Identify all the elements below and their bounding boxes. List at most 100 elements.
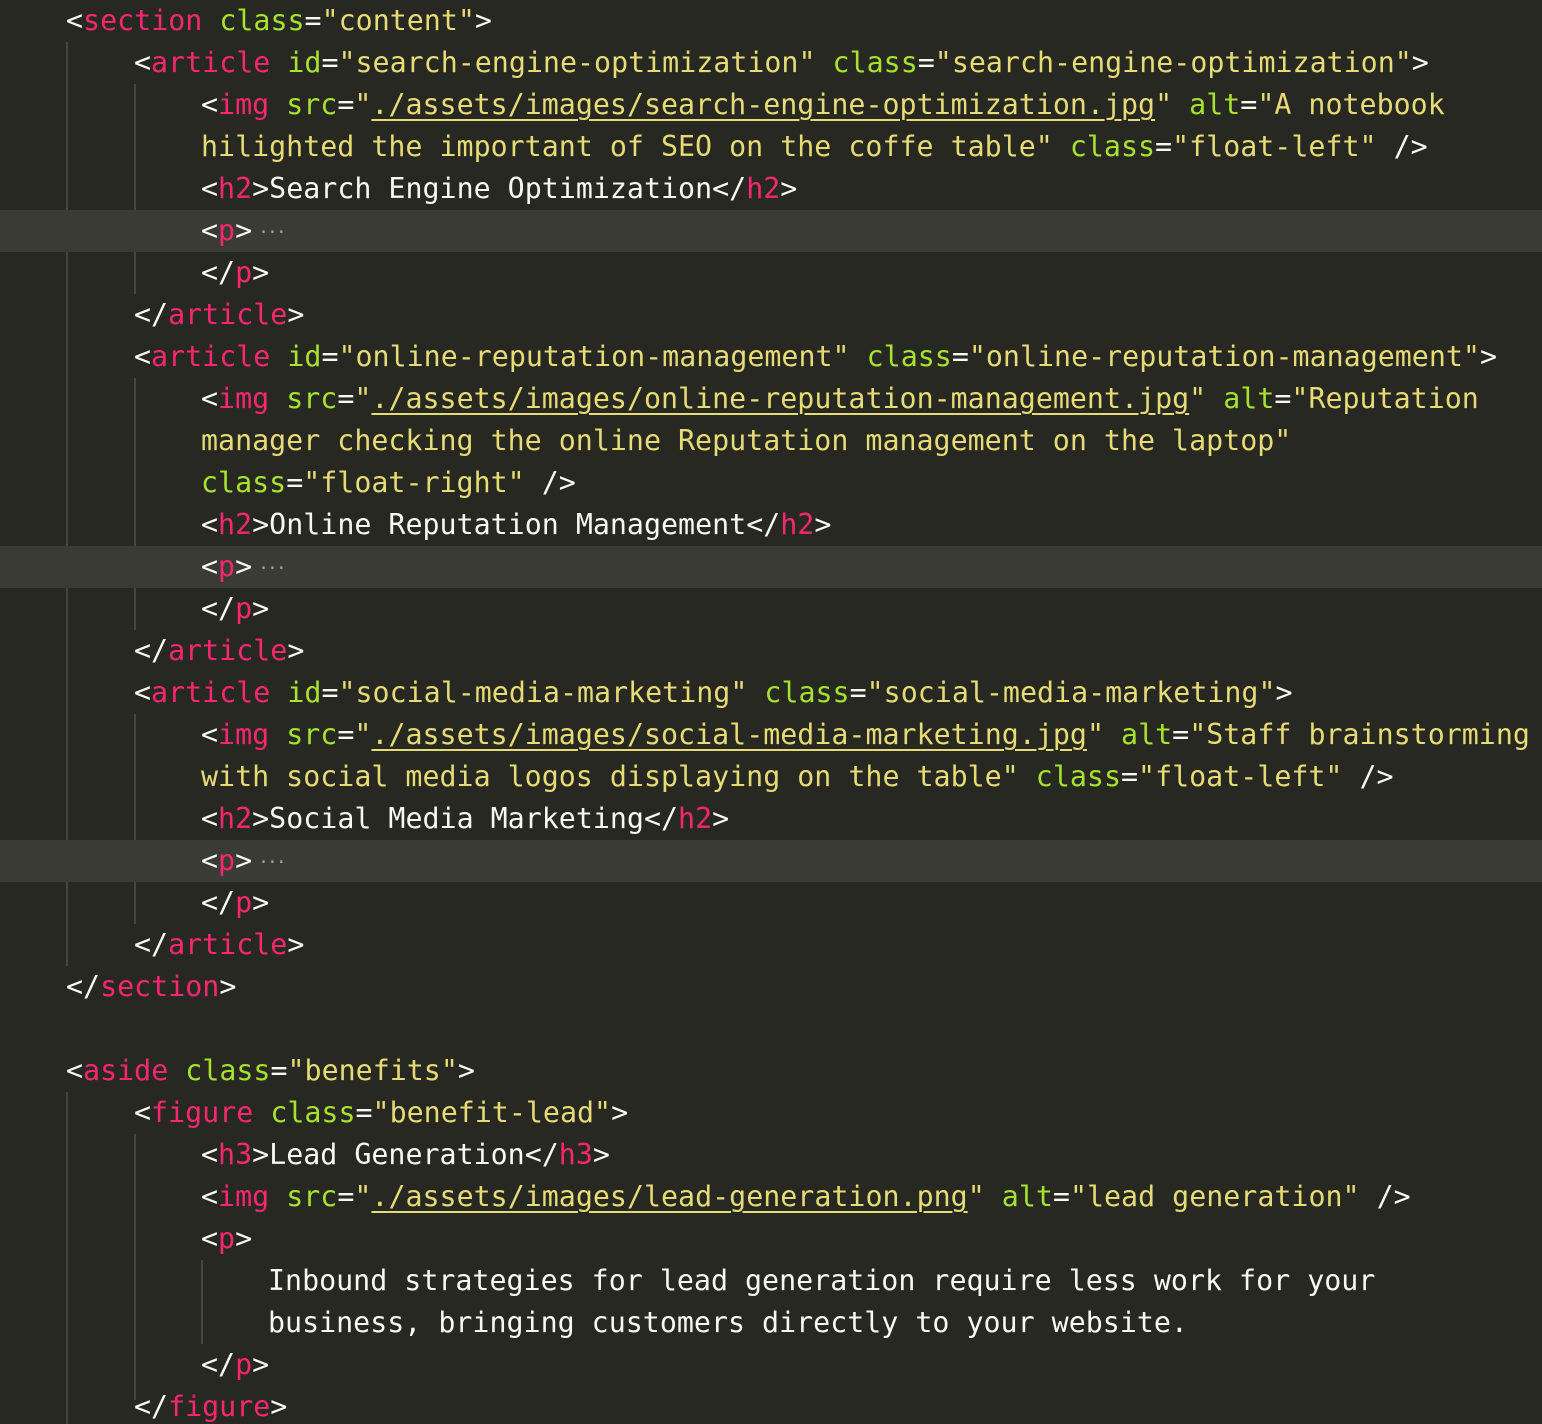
attr-name: src — [286, 1180, 338, 1213]
code-line[interactable]: </p> — [0, 252, 1542, 294]
code-line[interactable]: <img src="./assets/images/online-reputat… — [0, 378, 1542, 420]
paragraph-text: business, bringing customers directly to… — [268, 1306, 1188, 1339]
attr-value: "online-reputation-management" — [338, 340, 850, 373]
fold-ellipsis-icon[interactable]: ··· — [258, 222, 286, 243]
code-line[interactable]: <img src="./assets/images/search-engine-… — [0, 84, 1542, 126]
code-line[interactable]: </article> — [0, 294, 1542, 336]
heading-text: Lead Generation — [269, 1138, 525, 1171]
tag-name: p — [235, 886, 253, 919]
attr-name: alt — [1223, 382, 1275, 415]
attr-value: "social-media-marketing" — [866, 676, 1276, 709]
code-line[interactable]: <article id="social-media-marketing" cla… — [0, 672, 1542, 714]
attr-name: id — [287, 46, 322, 79]
code-line[interactable]: <img src="./assets/images/social-media-m… — [0, 714, 1542, 756]
code-line[interactable]: class="float-right" /> — [0, 462, 1542, 504]
attr-value: "Staff brainstorming — [1189, 718, 1530, 751]
attr-name: alt — [1121, 718, 1173, 751]
tag-name: p — [218, 1222, 236, 1255]
code-line[interactable]: <figure class="benefit-lead"> — [0, 1092, 1542, 1134]
tag-name: aside — [83, 1054, 169, 1087]
attr-name: class — [764, 676, 850, 709]
blank-line[interactable] — [0, 1008, 1542, 1050]
attr-name: id — [287, 340, 322, 373]
code-line[interactable]: <h2>Online Reputation Management</h2> — [0, 504, 1542, 546]
code-line[interactable]: <aside class="benefits"> — [0, 1050, 1542, 1092]
tag-name: section — [100, 970, 220, 1003]
code-line[interactable]: Inbound strategies for lead generation r… — [0, 1260, 1542, 1302]
attr-name: class — [185, 1054, 271, 1087]
file-link[interactable]: ./assets/images/search-engine-optimizati… — [371, 88, 1155, 121]
tag-name: h3 — [558, 1138, 593, 1171]
attr-name: class — [270, 1096, 356, 1129]
tag-name: p — [235, 256, 253, 289]
attr-name: class — [866, 340, 952, 373]
code-line[interactable]: </p> — [0, 882, 1542, 924]
attr-value: manager checking the online Reputation m… — [201, 424, 1292, 457]
code-line[interactable]: manager checking the online Reputation m… — [0, 420, 1542, 462]
tag-name: img — [218, 718, 270, 751]
code-line[interactable]: <h2>Search Engine Optimization</h2> — [0, 168, 1542, 210]
tag-name: img — [218, 88, 270, 121]
attr-name: src — [286, 718, 338, 751]
fold-ellipsis-icon[interactable]: ··· — [258, 852, 286, 873]
tag-name: p — [235, 592, 253, 625]
attr-value: "online-reputation-management" — [968, 340, 1480, 373]
file-link[interactable]: ./assets/images/social-media-marketing.j… — [371, 718, 1087, 751]
attr-value: "social-media-marketing" — [338, 676, 748, 709]
code-line[interactable]: hilighted the important of SEO on the co… — [0, 126, 1542, 168]
tag-name: figure — [168, 1390, 271, 1423]
folded-line[interactable]: <p> ··· — [0, 210, 1542, 252]
code-line[interactable]: <h2>Social Media Marketing</h2> — [0, 798, 1542, 840]
tag-name: article — [168, 634, 288, 667]
code-line[interactable]: </article> — [0, 630, 1542, 672]
code-line[interactable]: </p> — [0, 588, 1542, 630]
file-link[interactable]: ./assets/images/lead-generation.png — [371, 1180, 967, 1213]
code-line[interactable]: </article> — [0, 924, 1542, 966]
attr-name: id — [287, 676, 322, 709]
tag-name: img — [218, 382, 270, 415]
attr-name: alt — [1189, 88, 1241, 121]
code-line[interactable]: <article id="search-engine-optimization"… — [0, 42, 1542, 84]
tag-name: h2 — [746, 172, 781, 205]
code-line[interactable]: <section class="content"> — [0, 0, 1542, 42]
attr-name: class — [832, 46, 918, 79]
folded-line[interactable]: <p> ··· — [0, 546, 1542, 588]
tag-name: h2 — [678, 802, 713, 835]
fold-ellipsis-icon[interactable]: ··· — [258, 558, 286, 579]
heading-text: Online Reputation Management — [269, 508, 747, 541]
tag-name: h2 — [218, 802, 253, 835]
attr-value: "content" — [321, 4, 475, 37]
attr-value: "benefits" — [287, 1054, 458, 1087]
tag-name: h2 — [780, 508, 815, 541]
tag-name: article — [151, 46, 271, 79]
code-line[interactable]: <article id="online-reputation-managemen… — [0, 336, 1542, 378]
code-line[interactable]: <h3>Lead Generation</h3> — [0, 1134, 1542, 1176]
code-line[interactable]: </section> — [0, 966, 1542, 1008]
attr-value: with social media logos displaying on th… — [201, 760, 1019, 793]
tag-name: h2 — [218, 508, 253, 541]
tag-name: article — [168, 928, 288, 961]
attr-value: "float-left" — [1172, 130, 1377, 163]
attr-value: hilighted the important of SEO on the co… — [201, 130, 1053, 163]
code-line[interactable]: </p> — [0, 1344, 1542, 1386]
code-line[interactable]: business, bringing customers directly to… — [0, 1302, 1542, 1344]
tag-name: p — [218, 550, 236, 583]
attr-value: "benefit-lead" — [372, 1096, 612, 1129]
code-line[interactable]: <p> — [0, 1218, 1542, 1260]
code-line[interactable]: <img src="./assets/images/lead-generatio… — [0, 1176, 1542, 1218]
attr-value: "Reputation — [1291, 382, 1479, 415]
tag-name: h3 — [218, 1138, 253, 1171]
attr-value: "float-left" — [1138, 760, 1343, 793]
attr-value: "float-right" — [303, 466, 525, 499]
paragraph-text: Inbound strategies for lead generation r… — [268, 1264, 1376, 1297]
folded-line[interactable]: <p> ··· — [0, 840, 1542, 882]
tag-name: article — [151, 340, 271, 373]
heading-text: Search Engine Optimization — [269, 172, 713, 205]
code-line[interactable]: with social media logos displaying on th… — [0, 756, 1542, 798]
code-editor[interactable]: <section class="content"> <article id="s… — [0, 0, 1542, 1424]
file-link[interactable]: ./assets/images/online-reputation-manage… — [371, 382, 1189, 415]
tag-name: p — [235, 1348, 253, 1381]
code-line[interactable]: </figure> — [0, 1386, 1542, 1424]
tag-name: img — [218, 1180, 270, 1213]
tag-name: article — [168, 298, 288, 331]
